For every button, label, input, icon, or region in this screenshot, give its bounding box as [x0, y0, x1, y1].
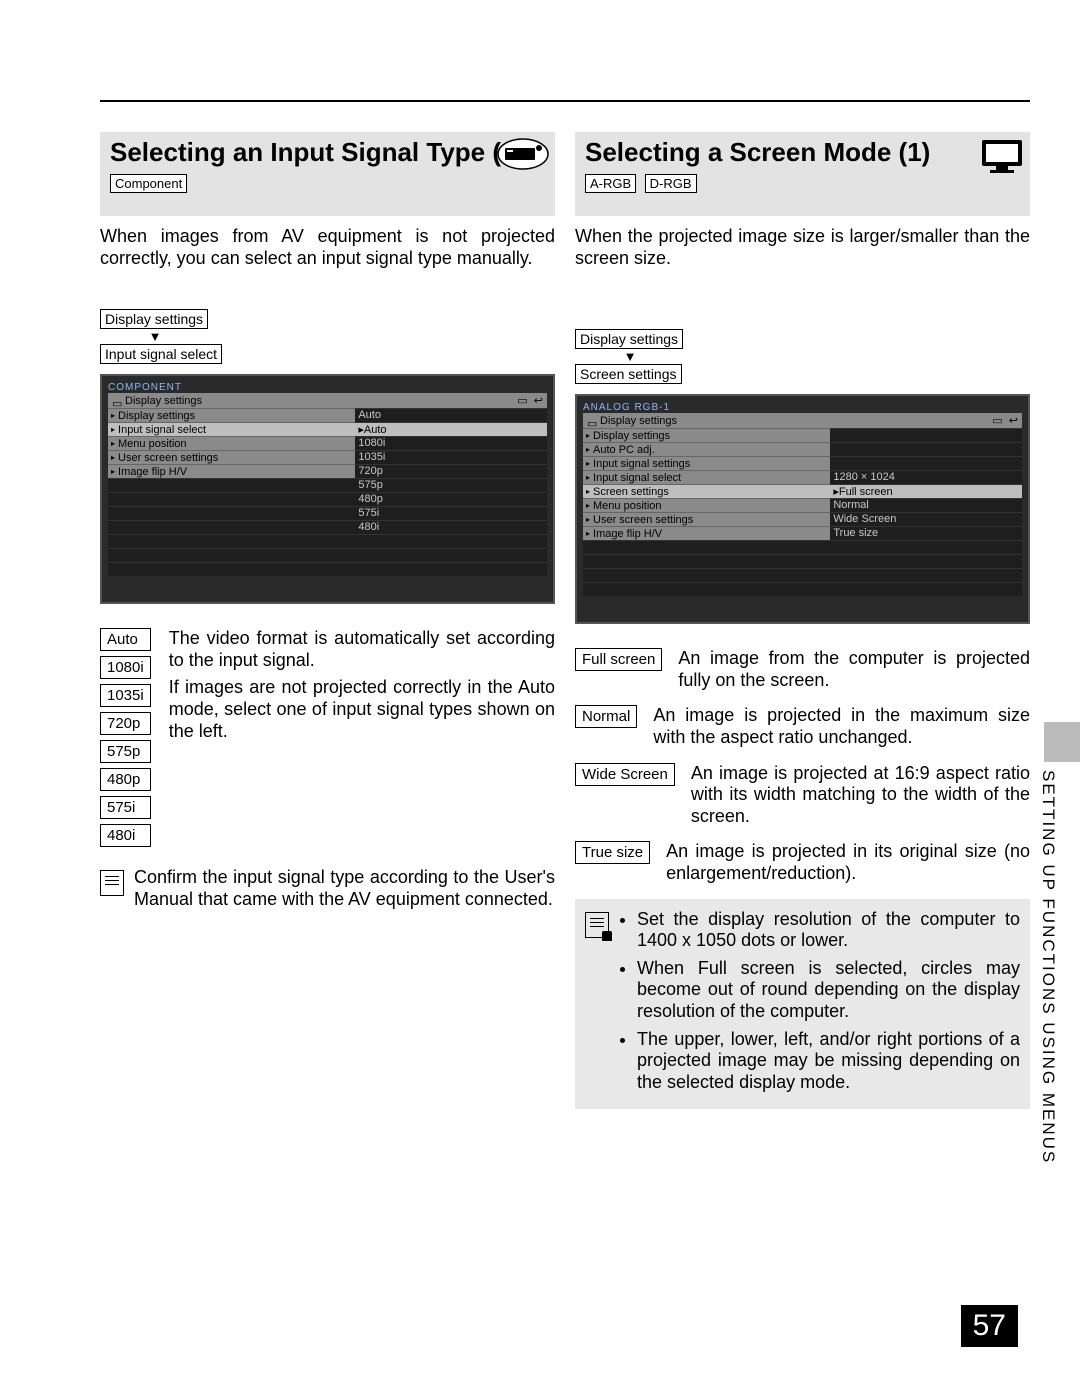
ss-bar-label: Display settings [125, 395, 202, 407]
crumb-step: Display settings [575, 329, 683, 349]
tag-row: A-RGB D-RGB [585, 174, 1020, 193]
signal-tag: A-RGB [585, 174, 636, 193]
option-description: The video format is automatically set ac… [169, 628, 555, 847]
left-column: Selecting an Input Signal Type (3) Compo… [100, 132, 555, 1109]
side-section-label: SETTING UP FUNCTIONS USING MENUS [1038, 770, 1058, 1164]
chevron-down-icon: ▼ [100, 329, 210, 344]
top-rule [100, 100, 1030, 102]
right-column: Selecting a Screen Mode (1) A-RGB D-RGB … [575, 132, 1030, 1109]
display-icon: ▭ [587, 417, 597, 425]
crumb-step: Input signal select [100, 344, 222, 364]
option-tag: Full screen [575, 648, 662, 671]
display-icon: ▭ [112, 397, 122, 405]
section-header-right: Selecting a Screen Mode (1) A-RGB D-RGB [575, 132, 1030, 216]
option-pair: True size An image is projected in its or… [575, 841, 1030, 884]
option-description: An image is projected at 16:9 aspect rat… [691, 763, 1030, 828]
page-number: 57 [961, 1305, 1018, 1347]
option-tag: Wide Screen [575, 763, 675, 786]
option-tag: Normal [575, 705, 637, 728]
option-description: An image from the computer is projected … [678, 648, 1030, 691]
ss-heading: ANALOG RGB-1 [583, 402, 1022, 413]
ss-bar-label: Display settings [600, 415, 677, 427]
ss-titlebar: ▭ Display settings ▭ ↩ [108, 393, 547, 408]
option-tag: Auto [100, 628, 151, 651]
crumb-step: Screen settings [575, 364, 682, 384]
section-title: Selecting an Input Signal Type (3) [110, 138, 545, 168]
side-tab [1044, 722, 1080, 762]
option-tag: 480i [100, 824, 151, 847]
section-header-left: Selecting an Input Signal Type (3) Compo… [100, 132, 555, 216]
note-item: When Full screen is selected, circles ma… [637, 958, 1020, 1023]
menu-screenshot-right: ANALOG RGB-1 ▭ Display settings ▭ ↩ ▸Dis… [575, 394, 1030, 624]
monitor-icon [980, 138, 1024, 179]
intro-text: When images from AV equipment is not pro… [100, 226, 555, 269]
crumb-step: Display settings [100, 309, 208, 329]
note-block: Set the display resolution of the comput… [575, 899, 1030, 1110]
option-pair: Full screen An image from the computer is… [575, 648, 1030, 691]
note-text: Confirm the input signal type according … [134, 867, 555, 910]
breadcrumb: Display settings ▼ Screen settings [575, 329, 1030, 384]
tag-row: Component [110, 174, 545, 193]
note-item: Set the display resolution of the comput… [637, 909, 1020, 952]
option-list: Auto 1080i 1035i 720p 575p 480p 575i 480i [100, 628, 155, 847]
signal-tag: Component [110, 174, 187, 193]
option-tag: 1035i [100, 684, 151, 707]
note-item: The upper, lower, left, and/or right por… [637, 1029, 1020, 1094]
ss-titlebar: ▭ Display settings ▭ ↩ [583, 413, 1022, 428]
signal-tag: D-RGB [645, 174, 697, 193]
option-tag: True size [575, 841, 650, 864]
ss-heading: COMPONENT [108, 382, 547, 393]
option-pair: Normal An image is projected in the maxim… [575, 705, 1030, 748]
option-description: An image is projected in the maximum siz… [653, 705, 1030, 748]
intro-text: When the projected image size is larger/… [575, 226, 1030, 269]
option-tag: 720p [100, 712, 151, 735]
option-pair: Wide Screen An image is projected at 16:9… [575, 763, 1030, 828]
option-description: An image is projected in its original si… [666, 841, 1030, 884]
av-device-icon [497, 138, 549, 175]
option-tag: 1080i [100, 656, 151, 679]
note-lock-icon [585, 912, 609, 938]
option-tag: 575i [100, 796, 151, 819]
note-block: Confirm the input signal type according … [100, 867, 555, 910]
section-title: Selecting a Screen Mode (1) [585, 138, 1020, 168]
note-list: Set the display resolution of the comput… [619, 909, 1020, 1100]
chevron-down-icon: ▼ [575, 349, 685, 364]
option-tag: 480p [100, 768, 151, 791]
note-icon [100, 870, 124, 896]
menu-screenshot-left: COMPONENT ▭ Display settings ▭ ↩ ▸Displa… [100, 374, 555, 604]
option-tag: 575p [100, 740, 151, 763]
breadcrumb: Display settings ▼ Input signal select [100, 309, 555, 364]
